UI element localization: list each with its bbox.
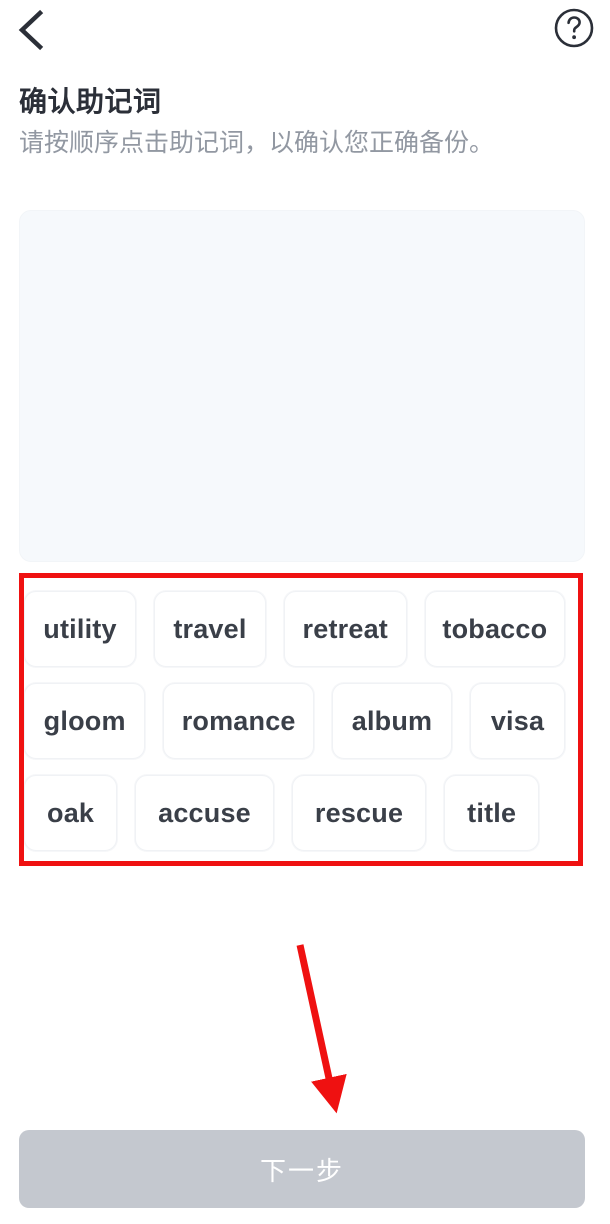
help-button[interactable] [550,4,598,52]
page-subtitle: 请按顺序点击助记词，以确认您正确备份。 [19,129,495,157]
chevron-left-icon [17,9,47,51]
selected-words-panel[interactable] [19,210,585,562]
page-title: 确认助记词 [19,86,162,117]
word-bank-highlight-box [19,573,583,866]
back-button[interactable] [4,2,60,58]
confirm-mnemonic-screen: 确认助记词 请按顺序点击助记词，以确认您正确备份。 utility travel r… [0,0,610,1224]
next-step-button[interactable]: 下一步 [19,1130,585,1208]
question-mark-circle-icon [553,7,595,49]
heading-block: 确认助记词 请按顺序点击助记词，以确认您正确备份。 [19,84,591,160]
top-bar [0,0,610,62]
